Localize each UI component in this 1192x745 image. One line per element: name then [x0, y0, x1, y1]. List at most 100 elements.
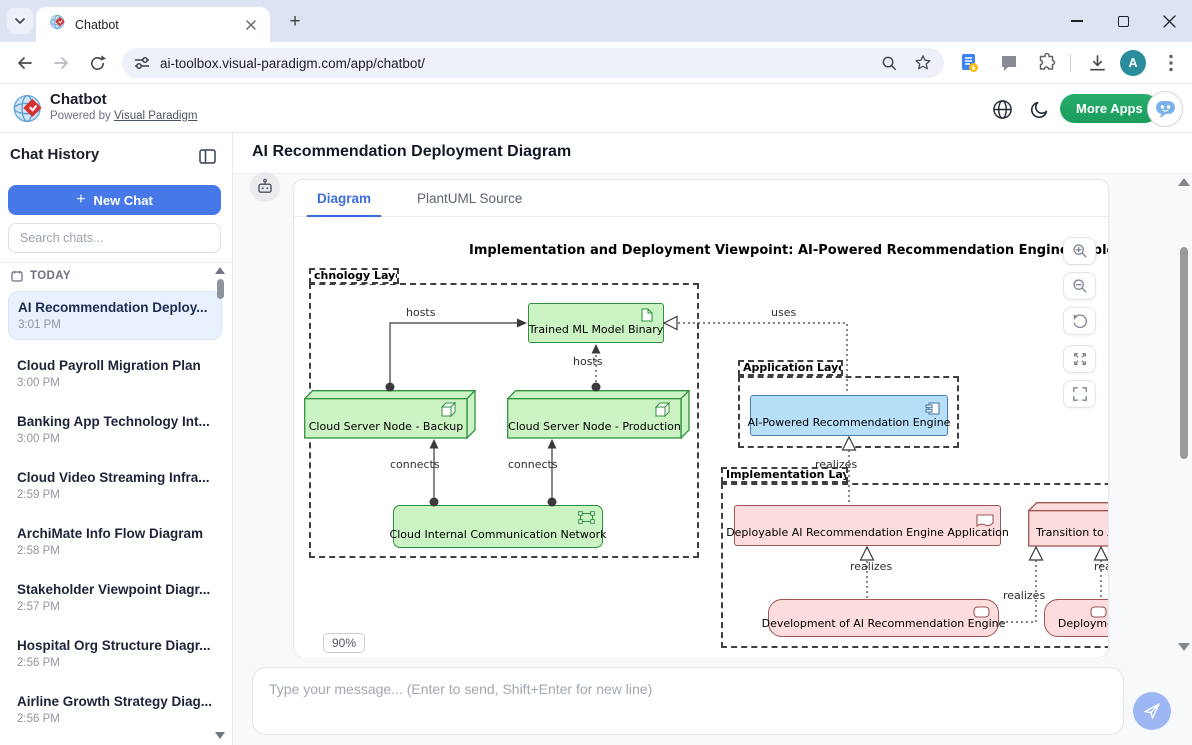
- profile-avatar[interactable]: A: [1120, 50, 1146, 76]
- visual-paradigm-favicon: [50, 14, 66, 35]
- tab-close-icon[interactable]: [242, 16, 260, 34]
- docs-offline-extension-icon[interactable]: [958, 52, 980, 74]
- tab-title: Chatbot: [75, 18, 242, 32]
- bot-avatar: [250, 172, 280, 202]
- chat-history-item[interactable]: AI Recommendation Deploy... 3:01 PM: [8, 291, 222, 340]
- chat-bubble-extension-icon[interactable]: [998, 52, 1020, 74]
- zoom-in-icon: [1072, 243, 1088, 259]
- diagram-node-deployment: Deployment: [1044, 599, 1108, 637]
- diagram-node-deployable-application: Deployable AI Recommendation Engine Appl…: [734, 505, 1001, 546]
- main-scroll-down[interactable]: [1178, 643, 1190, 651]
- url-text: ai-toolbox.visual-paradigm.com/app/chatb…: [160, 56, 881, 71]
- chat-time: 2:57 PM: [17, 601, 213, 613]
- diagram-zoom-in-button[interactable]: [1063, 237, 1096, 265]
- deliverable-icon: [976, 514, 994, 527]
- chat-title: Banking App Technology Int...: [17, 414, 213, 429]
- close-button[interactable]: [1146, 0, 1192, 42]
- robot-icon: [256, 178, 274, 196]
- chat-history-item[interactable]: Banking App Technology Int... 3:00 PM: [17, 414, 213, 445]
- sidebar-scrollbar-thumb[interactable]: [217, 279, 224, 299]
- edge-label-realizes: realizes: [850, 560, 892, 573]
- browser-tab[interactable]: Chatbot: [36, 7, 270, 42]
- chat-history-item[interactable]: Airline Growth Strategy Diag... 2:56 PM: [17, 694, 213, 725]
- tab-search-button[interactable]: [7, 8, 33, 34]
- sidebar-scroll-down[interactable]: [215, 732, 225, 739]
- new-tab-button[interactable]: +: [282, 9, 308, 35]
- diagram-viewport[interactable]: Implementation and Deployment Viewpoint:…: [294, 217, 1108, 657]
- chat-title: ArchiMate Info Flow Diagram: [17, 526, 213, 541]
- plus-icon: +: [289, 11, 300, 33]
- powered-by-prefix: Powered by: [50, 110, 111, 122]
- browser-window: Chatbot + ai-toolbox.visual-paradigm.com…: [0, 0, 1192, 745]
- diagram-fullscreen-button[interactable]: [1063, 380, 1096, 408]
- page-title: AI Recommendation Deployment Diagram: [252, 143, 571, 161]
- chat-title: AI Recommendation Deploy...: [18, 300, 212, 315]
- plus-icon: +: [76, 191, 85, 209]
- visual-paradigm-logo: [13, 93, 44, 129]
- chat-title: Stakeholder Viewpoint Diagr...: [17, 582, 213, 597]
- assistant-logo-button[interactable]: [1147, 91, 1183, 127]
- tab-plantuml-source[interactable]: PlantUML Source: [407, 180, 532, 216]
- browser-tab-strip: Chatbot +: [0, 0, 1192, 42]
- diagram-node-transition: Transition to A: [1028, 502, 1108, 547]
- chat-history-item[interactable]: Cloud Payroll Migration Plan 3:00 PM: [17, 358, 213, 389]
- language-button[interactable]: [990, 97, 1014, 121]
- group-label-technology-layer: chnology Layer\: [309, 268, 399, 284]
- main-scroll-up[interactable]: [1178, 178, 1190, 186]
- search-chats-input[interactable]: [8, 223, 221, 253]
- bookmark-star-icon[interactable]: [914, 54, 932, 72]
- extensions-puzzle-icon[interactable]: [1036, 52, 1058, 74]
- forward-button[interactable]: [48, 50, 74, 76]
- main-scrollbar-thumb[interactable]: [1180, 247, 1188, 459]
- minimize-button[interactable]: [1054, 0, 1100, 42]
- edge-label-connects: connects: [390, 458, 440, 471]
- visual-paradigm-link[interactable]: Visual Paradigm: [114, 110, 198, 122]
- moon-icon: [1030, 100, 1049, 119]
- more-apps-button[interactable]: More Apps: [1060, 94, 1159, 123]
- chat-history-item[interactable]: ArchiMate Info Flow Diagram 2:58 PM: [17, 526, 213, 557]
- page-title-row: AI Recommendation Deployment Diagram: [233, 133, 1192, 174]
- diagram-zoom-out-button[interactable]: [1063, 272, 1096, 300]
- today-section-header: TODAY: [11, 270, 71, 282]
- tab-diagram[interactable]: Diagram: [307, 180, 381, 216]
- downloads-button[interactable]: [1086, 52, 1108, 74]
- new-chat-button[interactable]: + New Chat: [8, 185, 221, 215]
- chat-time: 3:00 PM: [17, 377, 213, 389]
- toolbar-divider: [1070, 54, 1071, 72]
- collapse-sidebar-button[interactable]: [197, 146, 217, 166]
- site-settings-icon: [134, 55, 150, 71]
- zoom-icon[interactable]: [881, 55, 898, 72]
- maximize-button[interactable]: [1100, 0, 1146, 42]
- diagram-node-server-backup: Cloud Server Node - Backup: [304, 390, 476, 439]
- diagram-node-server-production: Cloud Server Node - Production: [507, 390, 690, 439]
- diagram-node-trained-ml-model: Trained ML Model Binary: [528, 303, 664, 343]
- browser-toolbar: ai-toolbox.visual-paradigm.com/app/chatb…: [0, 42, 1192, 84]
- zoom-level-badge: 90%: [323, 633, 365, 653]
- chat-history-item[interactable]: Stakeholder Viewpoint Diagr... 2:57 PM: [17, 582, 213, 613]
- diagram-expand-button[interactable]: [1063, 345, 1096, 373]
- sidebar-scroll-up[interactable]: [215, 267, 225, 274]
- edge-label-realizes: realizes: [1094, 560, 1108, 573]
- avatar-initial: A: [1128, 56, 1137, 70]
- powered-by-text: Powered by Visual Paradigm: [50, 110, 197, 122]
- message-input[interactable]: [252, 667, 1124, 735]
- sidebar-divider: [0, 262, 233, 263]
- chat-history-item[interactable]: Hospital Org Structure Diagr... 2:56 PM: [17, 638, 213, 669]
- diagram-node-recommendation-engine: AI-Powered Recommendation Engine: [750, 395, 948, 436]
- diagram-reset-button[interactable]: [1063, 307, 1096, 335]
- address-bar[interactable]: ai-toolbox.visual-paradigm.com/app/chatb…: [122, 48, 944, 78]
- chatbot-icon: [1154, 98, 1177, 121]
- maximize-icon: [1118, 16, 1129, 27]
- sidebar-title: Chat History: [10, 146, 99, 163]
- zoom-out-icon: [1072, 278, 1088, 294]
- node-cube-icon: [656, 403, 669, 416]
- chat-title: Hospital Org Structure Diagr...: [17, 638, 213, 653]
- send-button[interactable]: [1133, 692, 1171, 730]
- dark-mode-button[interactable]: [1027, 97, 1051, 121]
- work-package-icon: [973, 606, 990, 618]
- artifact-icon: [641, 308, 653, 322]
- chat-history-item[interactable]: Cloud Video Streaming Infra... 2:59 PM: [17, 470, 213, 501]
- back-button[interactable]: [12, 50, 38, 76]
- browser-menu-button[interactable]: [1160, 52, 1182, 74]
- reload-button[interactable]: [84, 50, 110, 76]
